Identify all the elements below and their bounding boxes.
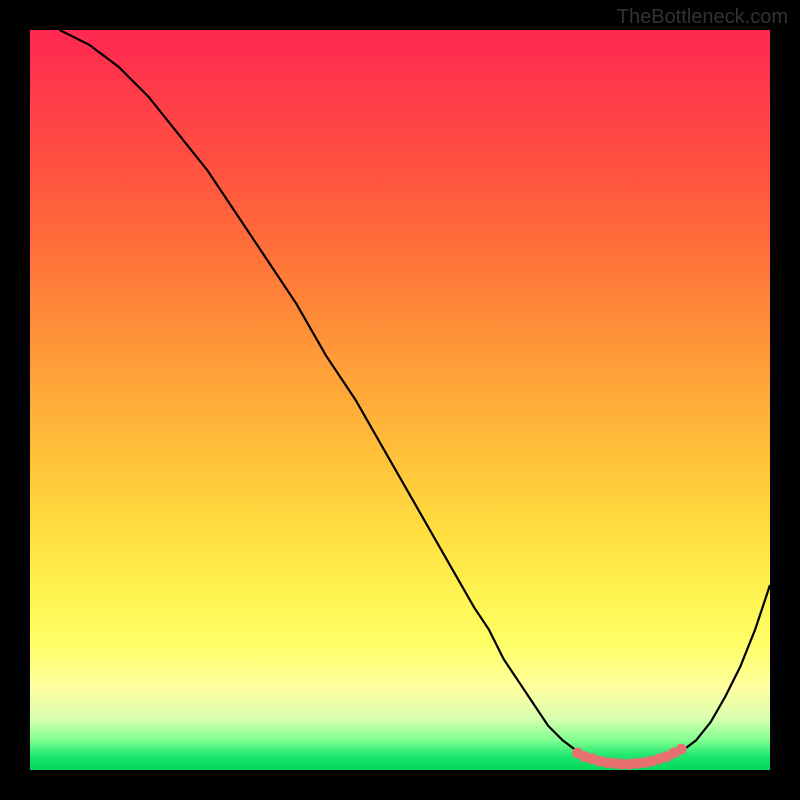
watermark-text: TheBottleneck.com	[617, 6, 788, 29]
plot-area	[30, 30, 770, 770]
optimal-marker	[676, 744, 687, 755]
optimal-markers	[572, 744, 687, 770]
chart-svg	[30, 30, 770, 770]
bottleneck-curve	[60, 30, 770, 764]
